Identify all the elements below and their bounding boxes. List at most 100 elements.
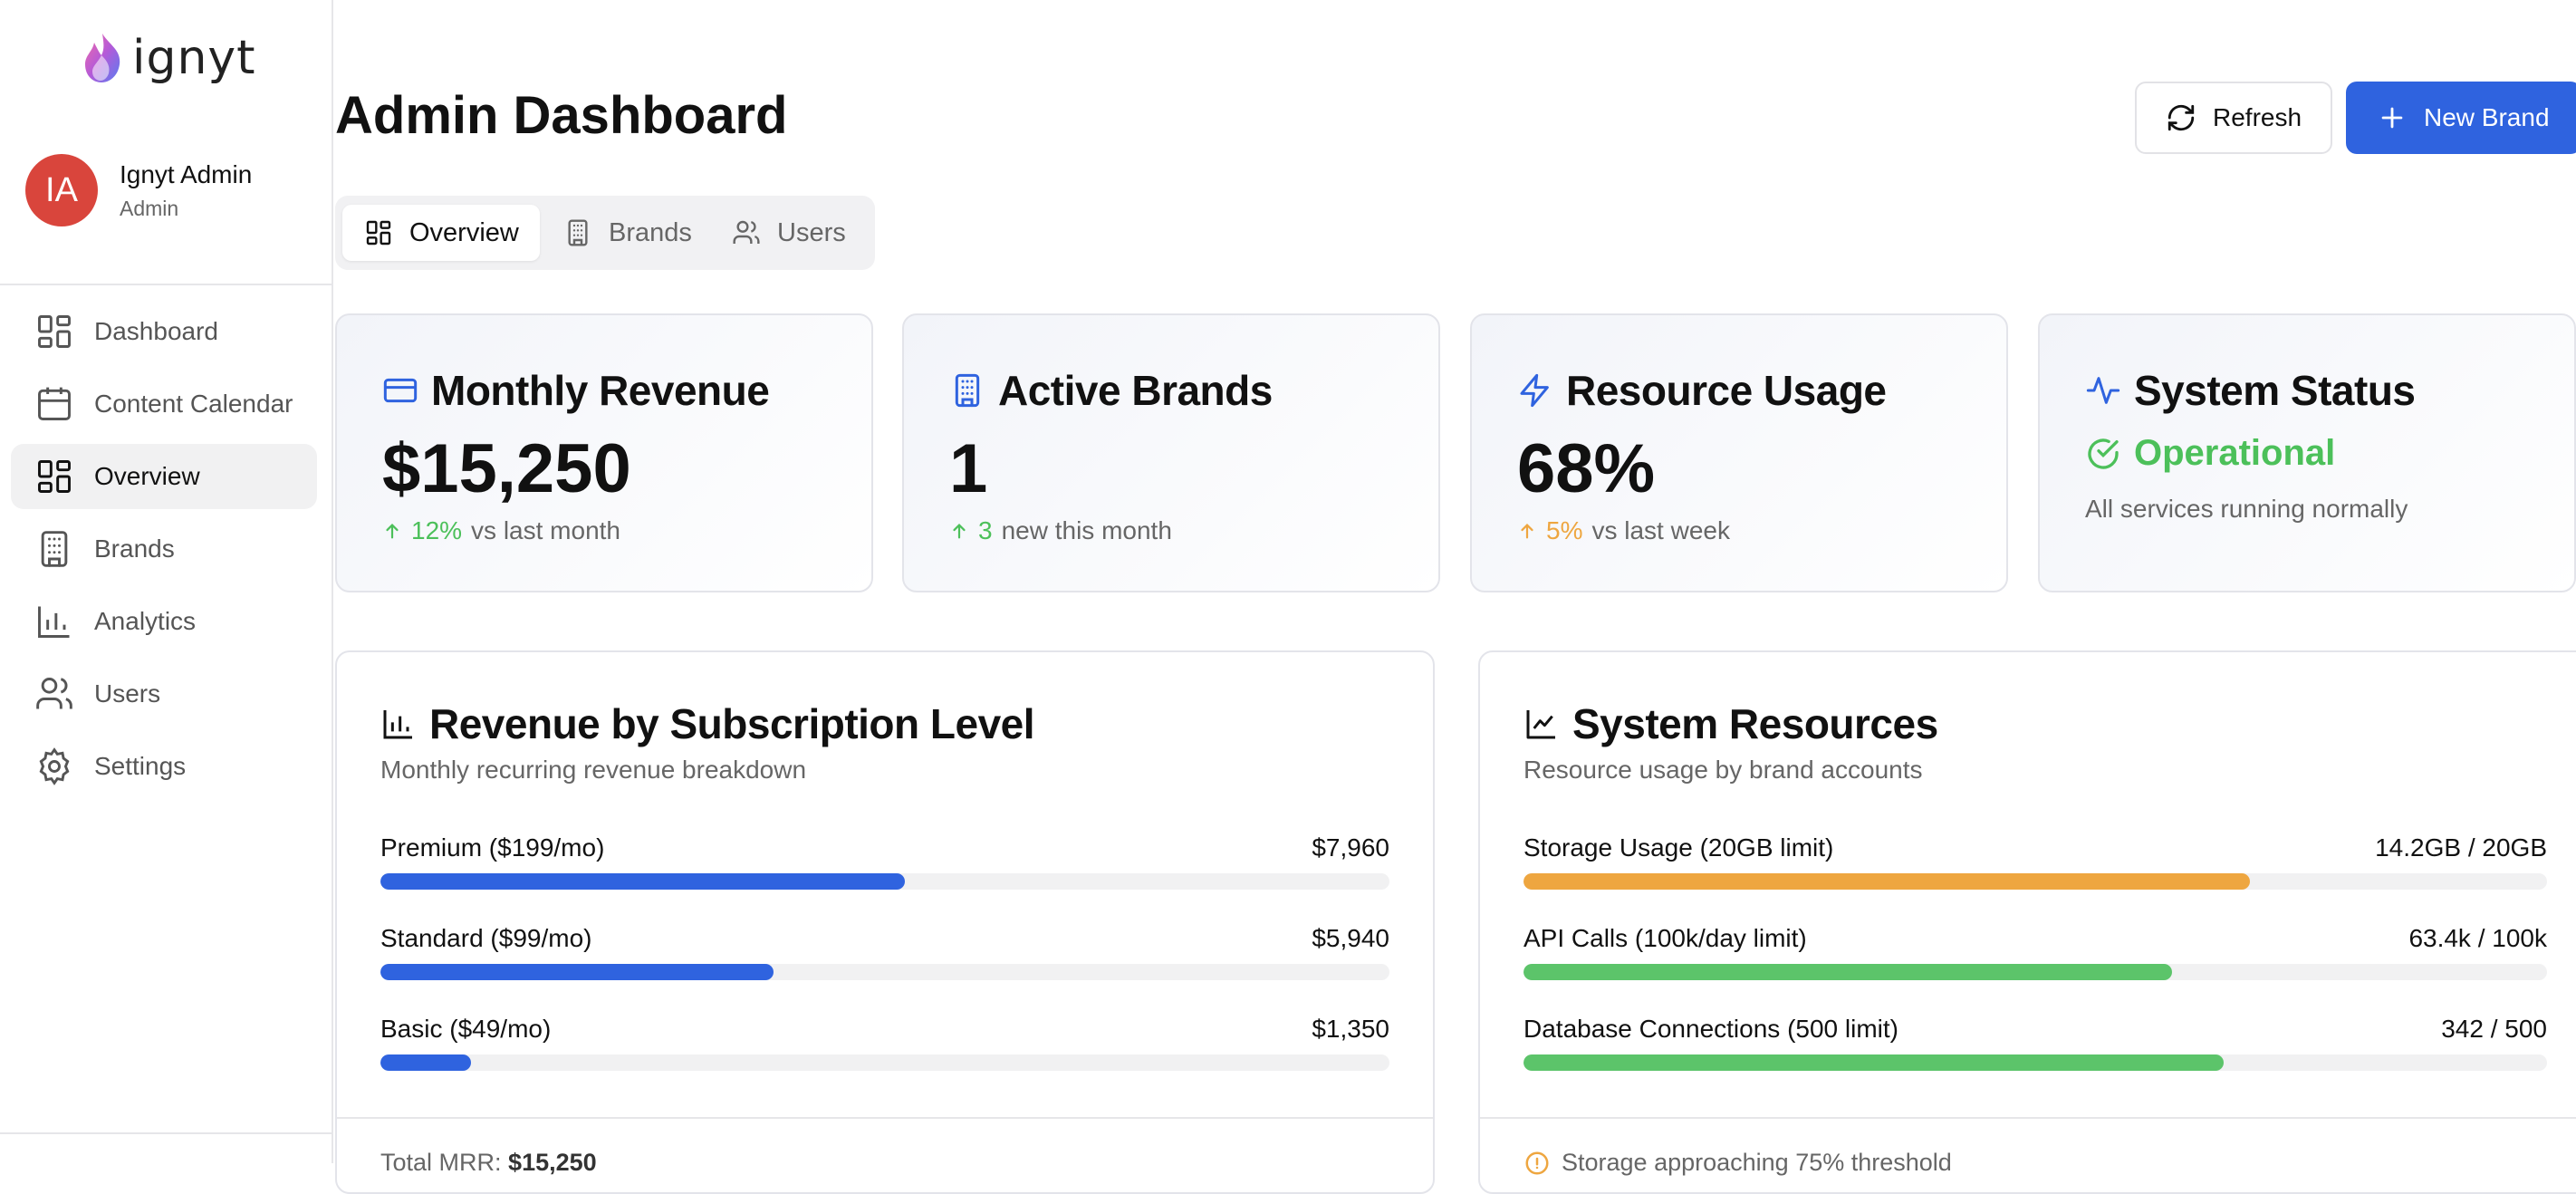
building-icon (568, 219, 588, 246)
progress-track (1523, 1054, 2547, 1071)
refresh-button[interactable]: Refresh (2135, 82, 2332, 154)
bar-chart-icon (38, 606, 70, 638)
panel-subtitle: Monthly recurring revenue breakdown (380, 756, 807, 784)
card-title: Monthly Revenue (431, 367, 770, 414)
arrow-up-icon (1521, 524, 1533, 539)
check-circle-icon (2088, 438, 2119, 469)
change-value: 3 (978, 516, 993, 544)
system-resources-panel: System Resources Resource usage by brand… (1478, 650, 2576, 1194)
page-title: Admin Dashboard (335, 86, 788, 145)
logo-text: ignyt (132, 31, 256, 85)
progress-track (380, 1054, 1389, 1071)
sidebar-item-label: Users (94, 679, 161, 708)
users-icon (733, 220, 760, 244)
progress-fill (1523, 1054, 2224, 1071)
avatar: IA (25, 154, 98, 226)
card-title: Active Brands (998, 367, 1273, 414)
progress-track (1523, 873, 2547, 890)
tab-overview[interactable]: Overview (342, 205, 540, 261)
sidebar-item-brands[interactable]: Brands (11, 516, 317, 582)
sidebar-item-content-calendar[interactable]: Content Calendar (11, 371, 317, 437)
plus-icon (2381, 107, 2403, 129)
row-amount: 63.4k / 100k (2408, 924, 2547, 952)
system-status-card: System Status Operational All services r… (2038, 313, 2576, 592)
sidebar-item-label: Settings (94, 752, 187, 780)
card-title: System Status (2134, 367, 2416, 414)
lightning-icon (1520, 373, 1549, 408)
building-icon (41, 531, 68, 567)
sidebar-item-dashboard[interactable]: Dashboard (11, 299, 317, 364)
sidebar-item-settings[interactable]: Settings (11, 734, 317, 799)
bar-chart-icon (383, 710, 412, 739)
usage-value: 68% (1517, 430, 1656, 507)
status-description: All services running normally (2085, 495, 2408, 523)
panel-title: System Resources (1572, 700, 1938, 747)
change-value: 12% (411, 516, 463, 544)
app-logo[interactable]: ignyt (82, 29, 256, 87)
sidebar-item-label: Dashboard (94, 317, 218, 345)
refresh-icon (2167, 104, 2195, 131)
user-role: Admin (120, 196, 179, 220)
row-amount: 342 / 500 (2441, 1015, 2547, 1043)
arrow-up-icon (386, 524, 399, 539)
new-brand-label: New Brand (2424, 103, 2550, 131)
row-amount: $7,960 (1312, 833, 1389, 862)
main-content: Admin Dashboard Refresh New Brand Overvi… (335, 0, 2576, 1194)
row-label: Premium ($199/mo) (380, 833, 605, 862)
tab-label: Users (777, 217, 846, 247)
change-suffix: vs last month (471, 516, 620, 544)
progress-fill (380, 964, 774, 980)
calendar-icon (38, 387, 71, 420)
dashboard-icon (38, 460, 71, 493)
row-label: Storage Usage (20GB limit) (1523, 833, 1834, 862)
new-brand-button[interactable]: New Brand (2346, 82, 2576, 154)
sidebar-item-users[interactable]: Users (11, 661, 317, 727)
user-profile[interactable]: IA Ignyt Admin Admin (25, 154, 252, 226)
row-amount: $5,940 (1312, 924, 1389, 952)
dashboard-icon (38, 315, 71, 348)
user-name: Ignyt Admin (120, 159, 253, 188)
panel-subtitle: Resource usage by brand accounts (1523, 756, 1923, 784)
tab-brands[interactable]: Brands (563, 205, 708, 261)
progress-fill (1523, 873, 2251, 890)
sidebar-item-label: Brands (94, 534, 175, 563)
progress-fill (380, 873, 906, 890)
active-brands-card: Active Brands 1 3 new this month (902, 313, 1440, 592)
row-label: Basic ($49/mo) (380, 1015, 552, 1043)
row-amount: 14.2GB / 20GB (2375, 833, 2547, 862)
gear-icon (39, 747, 70, 785)
building-icon (955, 373, 980, 408)
revenue-value: $15,250 (382, 430, 631, 507)
revenue-by-subscription-panel: Revenue by Subscription Level Monthly re… (335, 650, 1435, 1194)
sidebar-item-analytics[interactable]: Analytics (11, 589, 317, 654)
monthly-revenue-card: Monthly Revenue $15,250 12% vs last mont… (335, 313, 873, 592)
resource-usage-card: Resource Usage 68% 5% vs last week (1470, 313, 2008, 592)
line-chart-icon (1526, 710, 1555, 739)
status-badge: Operational (2134, 433, 2336, 473)
refresh-label: Refresh (2213, 103, 2302, 131)
panel-divider (1480, 1117, 2576, 1119)
panel-title: Revenue by Subscription Level (429, 700, 1035, 747)
users-icon (36, 678, 72, 709)
brands-value: 1 (949, 430, 988, 507)
sidebar-nav: Dashboard Content Calendar Overview Bran… (11, 299, 317, 806)
sidebar-item-overview[interactable]: Overview (11, 444, 317, 509)
tab-bar: Overview Brands Users (335, 196, 875, 270)
row-amount: $1,350 (1312, 1015, 1389, 1043)
progress-fill (380, 1054, 472, 1071)
arrow-up-icon (953, 524, 966, 539)
row-label: Standard ($99/mo) (380, 924, 592, 952)
tab-users[interactable]: Users (732, 205, 868, 261)
dashboard-icon (366, 220, 391, 246)
sidebar-item-label: Analytics (94, 607, 197, 635)
progress-track (380, 964, 1389, 980)
sidebar-item-label: Overview (94, 462, 200, 490)
card-title: Resource Usage (1566, 367, 1887, 414)
sidebar-divider (0, 284, 333, 285)
row-label: API Calls (100k/day limit) (1523, 924, 1807, 952)
change-value: 5% (1546, 516, 1583, 544)
tab-label: Brands (609, 217, 692, 247)
progress-fill (1523, 964, 2173, 980)
panel-divider (337, 1117, 1433, 1119)
sidebar-divider (0, 1132, 333, 1134)
